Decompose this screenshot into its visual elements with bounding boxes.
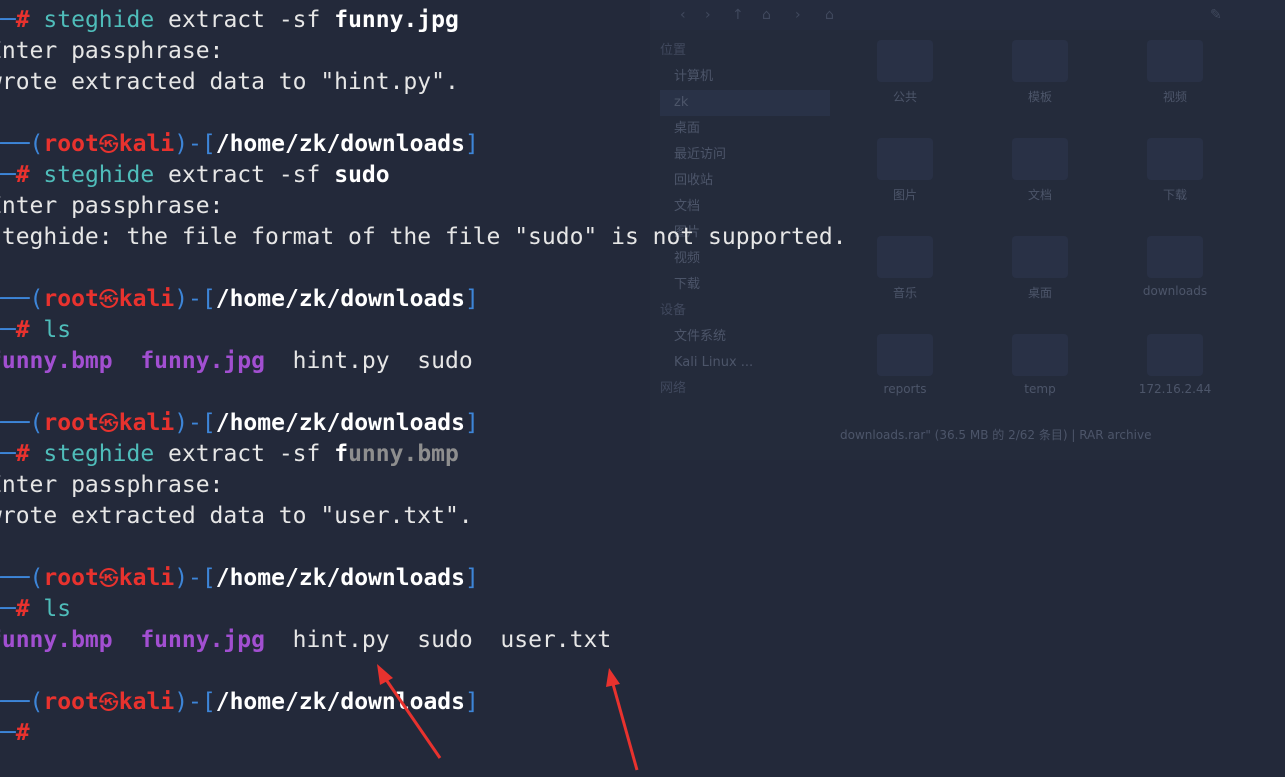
terminal-window[interactable]: └─# steghide extract -sf funny.jpg Enter…	[0, 0, 1285, 777]
file-entry: funny.jpg	[140, 627, 265, 653]
autosuggestion: unny.bmp	[348, 441, 459, 467]
command-line: └─# steghide extract -sf funny.jpg	[0, 7, 459, 33]
output-line: wrote extracted data to "hint.py".	[0, 69, 459, 95]
prompt-line: ┌──(root㉿kali)-[/home/zk/downloads]	[0, 565, 479, 591]
prompt-line: ┌──(root㉿kali)-[/home/zk/downloads]	[0, 689, 479, 715]
file-entry: sudo	[417, 348, 473, 374]
output-line: Enter passphrase:	[0, 38, 224, 64]
ls-output: funny.bmp funny.jpg hint.py sudo	[0, 346, 473, 377]
file-entry: funny.jpg	[140, 348, 265, 374]
skull-icon: ㉿	[98, 566, 119, 590]
file-entry: hint.py	[292, 348, 390, 374]
file-entry: funny.bmp	[0, 348, 113, 374]
output-line: Enter passphrase:	[0, 472, 224, 498]
output-line: Enter passphrase:	[0, 193, 224, 219]
active-command-line[interactable]: └─#	[0, 718, 30, 749]
prompt-line: ┌──(root㉿kali)-[/home/zk/downloads]	[0, 410, 479, 436]
skull-icon: ㉿	[98, 132, 119, 156]
command-line: └─# steghide extract -sf sudo	[0, 162, 390, 188]
command-line: └─# steghide extract -sf funny.bmp	[0, 441, 459, 467]
output-line: wrote extracted data to "user.txt".	[0, 503, 473, 529]
skull-icon: ㉿	[98, 690, 119, 714]
file-entry: user.txt	[500, 627, 612, 653]
prompt-line: ┌──(root㉿kali)-[/home/zk/downloads]	[0, 286, 479, 312]
command-line: └─# ls	[0, 317, 72, 343]
file-entry: hint.py	[292, 627, 390, 653]
output-line: steghide: the file format of the file "s…	[0, 224, 847, 250]
skull-icon: ㉿	[98, 287, 119, 311]
skull-icon: ㉿	[98, 411, 119, 435]
file-entry: sudo	[417, 627, 473, 653]
prompt-line: ┌──(root㉿kali)-[/home/zk/downloads]	[0, 131, 479, 157]
file-entry: funny.bmp	[0, 627, 113, 653]
command-line: └─# ls	[0, 596, 72, 622]
ls-output: funny.bmp funny.jpg hint.py sudo user.tx…	[0, 625, 611, 656]
